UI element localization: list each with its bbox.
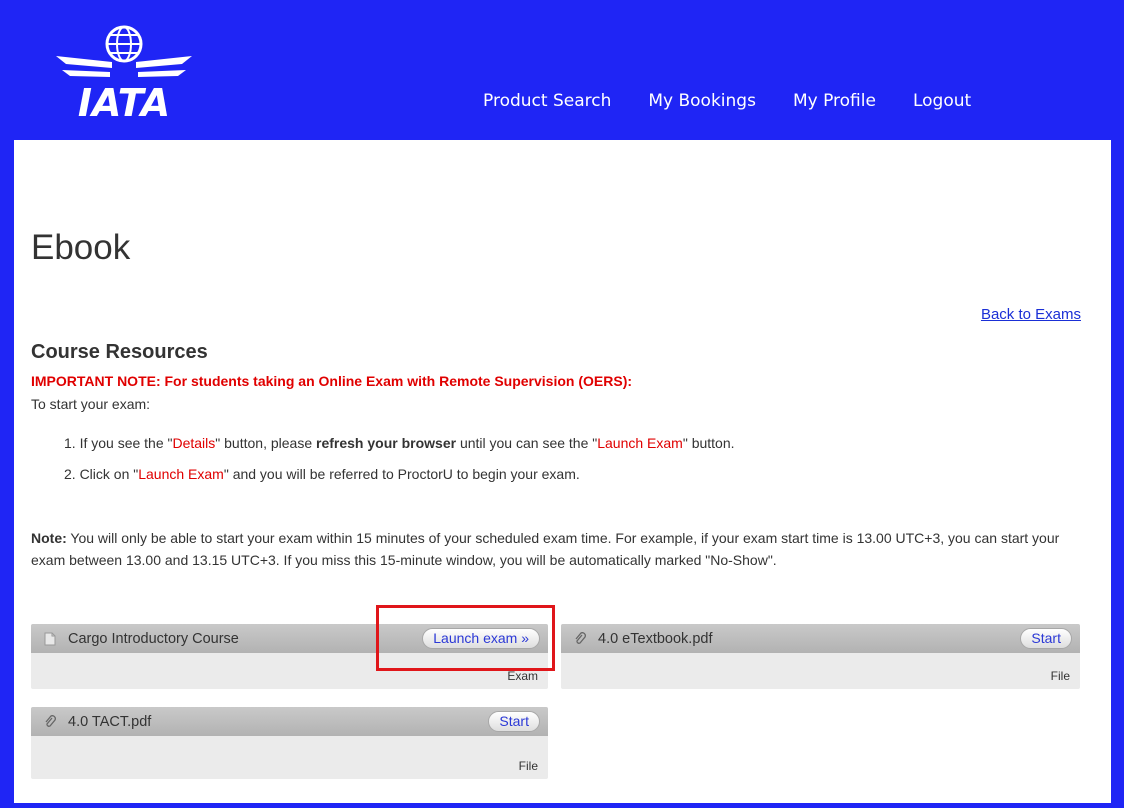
- resource-title: Cargo Introductory Course: [68, 630, 239, 647]
- iata-logo: IATA: [56, 25, 192, 122]
- resource-type: File: [518, 759, 538, 773]
- step-highlight: Launch Exam: [138, 466, 224, 482]
- back-to-exams-link[interactable]: Back to Exams: [981, 306, 1081, 323]
- resource-type: Exam: [507, 669, 538, 683]
- nav-logout[interactable]: Logout: [913, 91, 971, 111]
- resource-title: 4.0 eTextbook.pdf: [598, 630, 713, 647]
- logo-text: IATA: [78, 81, 170, 122]
- intro-text: To start your exam:: [31, 396, 151, 412]
- step-text: 2. Click on ": [64, 466, 139, 482]
- main-nav: Product Search My Bookings My Profile Lo…: [483, 91, 1008, 111]
- resource-type: File: [1050, 669, 1070, 683]
- page-title: Ebook: [31, 228, 131, 267]
- resource-title: 4.0 TACT.pdf: [68, 713, 152, 730]
- nav-my-bookings[interactable]: My Bookings: [648, 91, 756, 111]
- step-item: 2. Click on "Launch Exam" and you will b…: [64, 465, 735, 483]
- section-title: Course Resources: [31, 341, 208, 363]
- paperclip-icon: [45, 714, 56, 727]
- step-bold: refresh your browser: [316, 435, 457, 451]
- main-content: Ebook Back to Exams Course Resources IMP…: [14, 140, 1111, 803]
- step-text: " button, please: [215, 435, 316, 451]
- note-label: Note:: [31, 530, 67, 546]
- step-text: " button.: [682, 435, 735, 451]
- nav-product-search[interactable]: Product Search: [483, 91, 611, 111]
- resource-card-header: 4.0 TACT.pdf Start: [31, 707, 548, 736]
- step-highlight: Launch Exam: [597, 435, 683, 451]
- step-item: 1. If you see the "Details" button, plea…: [64, 434, 735, 452]
- resource-card: 4.0 eTextbook.pdf Start File: [561, 624, 1080, 689]
- step-text: until you can see the ": [456, 435, 598, 451]
- start-button[interactable]: Start: [1020, 628, 1072, 649]
- important-note: IMPORTANT NOTE: For students taking an O…: [31, 373, 633, 389]
- resource-card-header: 4.0 eTextbook.pdf Start: [561, 624, 1080, 653]
- note-paragraph: Note: You will only be able to start you…: [31, 527, 1091, 571]
- step-text: 1. If you see the ": [64, 435, 173, 451]
- nav-my-profile[interactable]: My Profile: [793, 91, 876, 111]
- resource-card: 4.0 TACT.pdf Start File: [31, 707, 548, 779]
- site-header: IATA Product Search My Bookings My Profi…: [0, 0, 1124, 140]
- instruction-steps: 1. If you see the "Details" button, plea…: [31, 434, 735, 496]
- step-highlight: Details: [172, 435, 216, 451]
- page-frame: IATA Product Search My Bookings My Profi…: [0, 0, 1124, 808]
- launch-exam-highlight-box: [376, 605, 555, 671]
- start-button[interactable]: Start: [488, 711, 540, 732]
- note-text: You will only be able to start your exam…: [31, 530, 1060, 568]
- step-text: " and you will be referred to ProctorU t…: [223, 466, 580, 482]
- document-icon: [44, 632, 56, 645]
- paperclip-icon: [575, 631, 586, 644]
